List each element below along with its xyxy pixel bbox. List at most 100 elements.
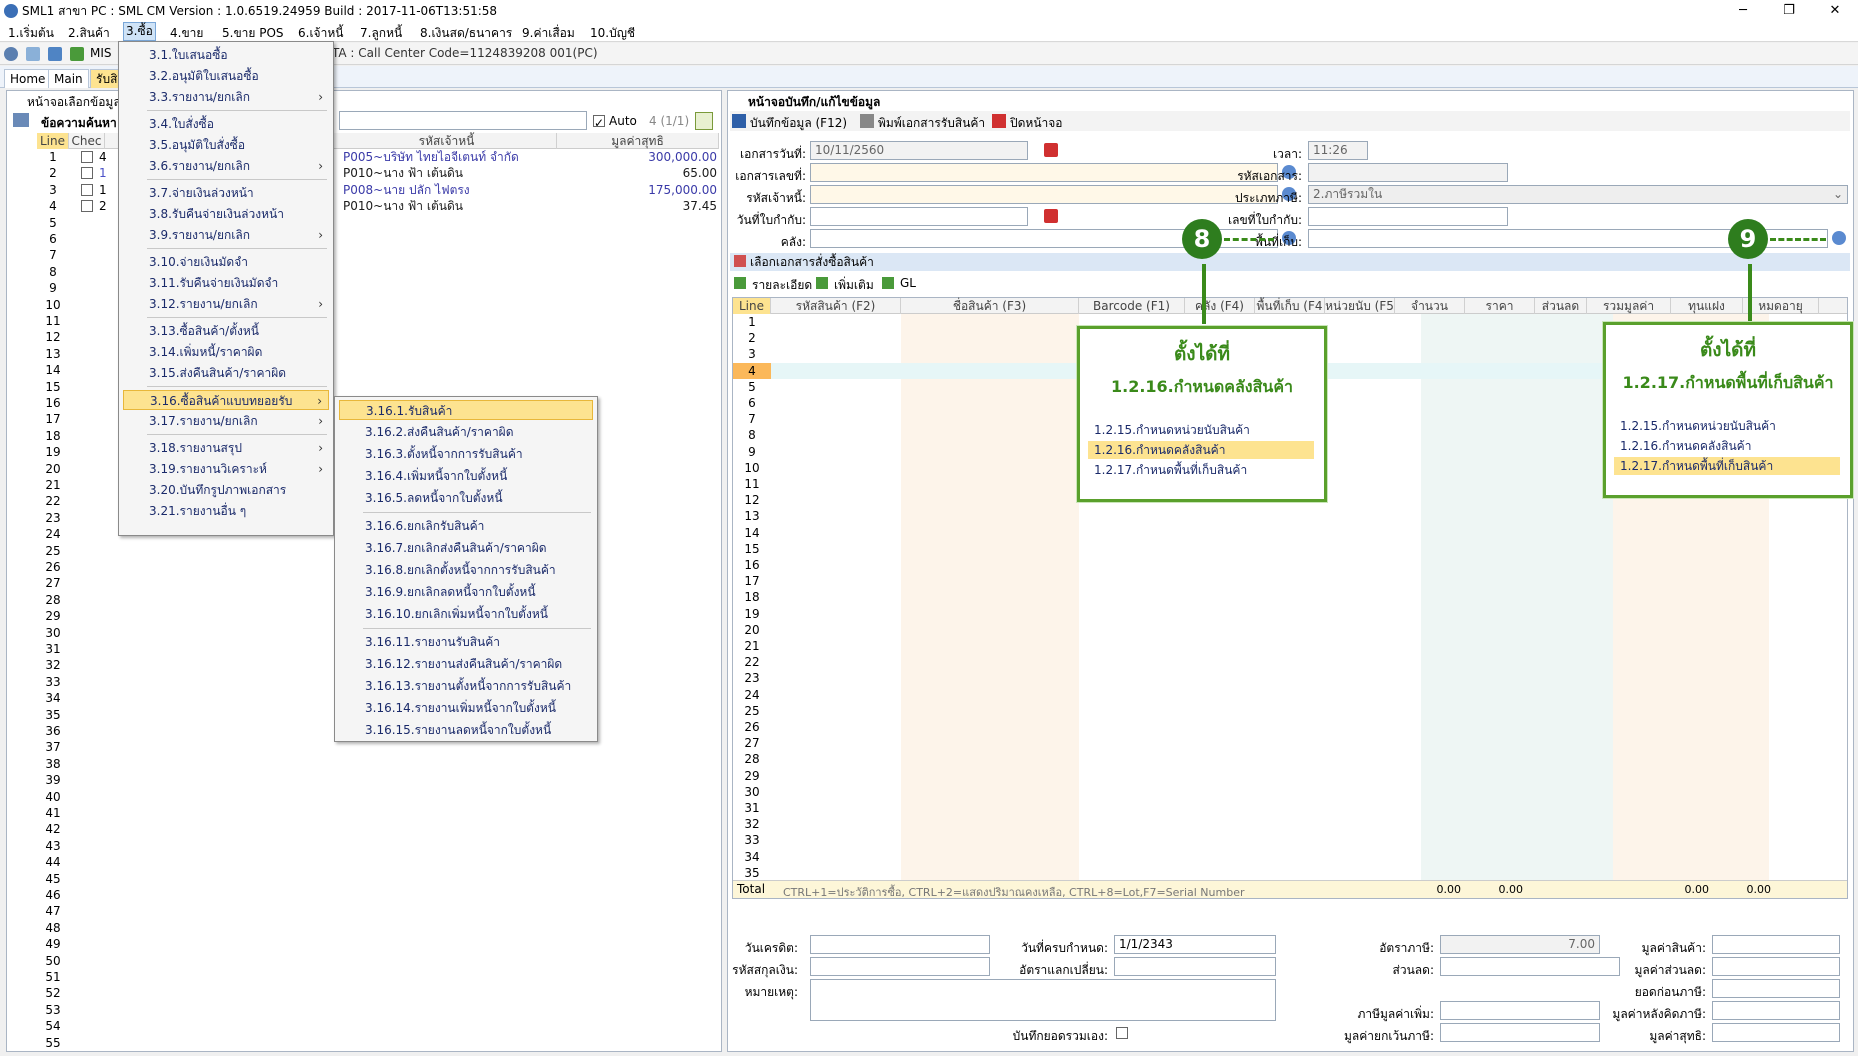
menu-item[interactable]: 3.3.รายงาน/ยกเลิก › xyxy=(123,87,329,107)
table-row[interactable]: 48 xyxy=(37,920,719,936)
save-button[interactable]: บันทึกข้อมูล (F12) xyxy=(750,114,847,133)
grid-row[interactable]: 35 xyxy=(733,865,1847,881)
chart-icon[interactable] xyxy=(70,47,84,61)
menu-item[interactable]: 3.10.จ่ายเงินมัดจำ xyxy=(123,252,329,272)
row-checkbox[interactable] xyxy=(81,183,93,196)
time-field[interactable]: 11:26 xyxy=(1308,141,1368,160)
vat-field[interactable] xyxy=(1440,1001,1600,1020)
menu-item[interactable]: 3.5.อนุมัติใบสั่งซื้อ xyxy=(123,135,329,155)
col-name[interactable]: ชื่อสินค้า (F3) xyxy=(901,298,1079,314)
submenu-item[interactable]: 3.16.9.ยกเลิกลดหนี้จากใบตั้งหนี้ xyxy=(339,582,593,602)
search-input[interactable] xyxy=(339,111,587,130)
table-row[interactable]: 39 xyxy=(37,772,719,788)
submenu-item[interactable]: 3.16.7.ยกเลิกส่งคืนสินค้า/ราคาผิด xyxy=(339,538,593,558)
col-unit[interactable]: หน่วยนับ (F5 xyxy=(1325,298,1395,314)
menu-item[interactable]: 3.4.ใบสั่งซื้อ xyxy=(123,114,329,134)
table-row[interactable]: 55 xyxy=(37,1035,719,1051)
after-tax-field[interactable] xyxy=(1712,1001,1840,1020)
grid-row[interactable]: 33 xyxy=(733,832,1847,848)
table-row[interactable]: 54 xyxy=(37,1018,719,1034)
grid-row[interactable]: 14 xyxy=(733,525,1847,541)
menu-item[interactable]: 3.14.เพิ่มหนี้/ราคาผิด xyxy=(123,342,329,362)
grid-row[interactable]: 22 xyxy=(733,654,1847,670)
col-expiry[interactable]: หมดอายุ xyxy=(1743,298,1819,314)
table-row[interactable]: 51 xyxy=(37,969,719,985)
tax-type-select[interactable]: 2.ภาษีรวมใน ⌄ xyxy=(1308,185,1848,204)
submenu-item[interactable]: 3.16.14.รายงานเพิ่มหนี้จากใบตั้งหนี้ xyxy=(339,698,593,718)
row-checkbox[interactable] xyxy=(81,200,93,213)
grid-row[interactable]: 21 xyxy=(733,638,1847,654)
grid-row[interactable]: 30 xyxy=(733,784,1847,800)
restore-button[interactable]: ❐ xyxy=(1766,0,1812,22)
calendar-icon[interactable] xyxy=(1044,209,1058,223)
submenu-item[interactable]: 3.16.11.รายงานรับสินค้า xyxy=(339,632,593,652)
save-icon[interactable] xyxy=(48,47,62,61)
table-row[interactable]: 42 xyxy=(37,821,719,837)
exchange-field[interactable] xyxy=(1114,957,1276,976)
menu-accounting[interactable]: 10.บัญชี xyxy=(588,24,637,43)
menu-item[interactable]: 3.15.ส่งคืนสินค้า/ราคาผิด xyxy=(123,363,329,383)
col-barcode[interactable]: Barcode (F1) xyxy=(1079,298,1185,314)
col-price[interactable]: ราคา xyxy=(1465,298,1535,314)
col-cost[interactable]: ทุนแฝง xyxy=(1671,298,1743,314)
submenu-item[interactable]: 3.16.13.รายงานตั้งหนี้จากการรับสินค้า xyxy=(339,676,593,696)
menu-item[interactable]: 3.16.ซื้อสินค้าแบบทยอยรับ › xyxy=(123,390,329,410)
menu-item[interactable]: 3.2.อนุมัติใบเสนอซื้อ xyxy=(123,66,329,86)
credit-days-field[interactable] xyxy=(810,935,990,954)
tab-gl[interactable]: GL xyxy=(900,276,916,290)
submenu-item[interactable]: 3.16.8.ยกเลิกตั้งหนี้จากการรับสินค้า xyxy=(339,560,593,580)
print-button[interactable]: พิมพ์เอกสารรับสินค้า xyxy=(878,114,985,133)
location-search-icon[interactable] xyxy=(1832,231,1846,245)
doc-date-field[interactable]: 10/11/2560 xyxy=(810,141,1028,160)
menu-item[interactable]: 3.9.รายงาน/ยกเลิก › xyxy=(123,225,329,245)
grid-row[interactable]: 24 xyxy=(733,687,1847,703)
menu-item[interactable]: 3.6.รายงาน/ยกเลิก › xyxy=(123,156,329,176)
before-tax-field[interactable] xyxy=(1712,979,1840,998)
table-row[interactable]: 43 xyxy=(37,838,719,854)
col-line[interactable]: Line xyxy=(733,298,771,314)
grid-row[interactable]: 13 xyxy=(733,508,1847,524)
mis-button[interactable]: MIS xyxy=(90,46,112,60)
grid-row[interactable]: 20 xyxy=(733,622,1847,638)
close-screen-button[interactable]: ปิดหน้าจอ xyxy=(1010,114,1063,133)
grid-row[interactable]: 17 xyxy=(733,573,1847,589)
exempt-field[interactable] xyxy=(1440,1023,1600,1042)
submenu-item[interactable]: 3.16.1.รับสินค้า xyxy=(339,400,593,420)
auto-checkbox[interactable]: ✓ xyxy=(593,115,605,130)
menu-item[interactable]: 3.19.รายงานวิเคราะห์ › xyxy=(123,459,329,479)
table-row[interactable]: 52 xyxy=(37,985,719,1001)
self-total-checkbox[interactable] xyxy=(1116,1027,1128,1039)
menu-item[interactable]: 3.17.รายงาน/ยกเลิก › xyxy=(123,411,329,431)
grid-row[interactable]: 18 xyxy=(733,589,1847,605)
tab-more[interactable]: เพิ่มเติม xyxy=(834,276,874,295)
table-row[interactable]: 44 xyxy=(37,854,719,870)
due-date-field[interactable]: 1/1/2343 xyxy=(1114,935,1276,954)
table-row[interactable]: 50 xyxy=(37,953,719,969)
calendar-icon[interactable] xyxy=(1044,143,1058,157)
menu-depreciation[interactable]: 9.ค่าเสื่อม xyxy=(520,24,577,43)
menu-item[interactable]: 3.12.รายงาน/ยกเลิก › xyxy=(123,294,329,314)
col-code[interactable]: รหัสสินค้า (F2) xyxy=(771,298,901,314)
grid-row[interactable]: 27 xyxy=(733,735,1847,751)
discount-field[interactable] xyxy=(1440,957,1620,976)
menu-start[interactable]: 1.เริ่มต้น xyxy=(6,24,56,43)
grid-row[interactable]: 29 xyxy=(733,768,1847,784)
grid-row[interactable]: 16 xyxy=(733,557,1847,573)
menu-cash-bank[interactable]: 8.เงินสด/ธนาคาร xyxy=(418,24,514,43)
table-row[interactable]: 38 xyxy=(37,756,719,772)
table-row[interactable]: 47 xyxy=(37,903,719,919)
grid-row[interactable]: 19 xyxy=(733,606,1847,622)
grid-row[interactable]: 32 xyxy=(733,816,1847,832)
window-icon[interactable] xyxy=(26,47,40,61)
discount-value-field[interactable] xyxy=(1712,957,1840,976)
menu-item[interactable]: 3.8.รับคืนจ่ายเงินล่วงหน้า xyxy=(123,204,329,224)
row-checkbox[interactable] xyxy=(81,151,93,163)
submenu-item[interactable]: 3.16.4.เพิ่มหนี้จากใบตั้งหนี้ xyxy=(339,466,593,486)
col-supplier[interactable]: รหัสเจ้าหนี้ xyxy=(337,133,557,149)
tab-main[interactable]: Main xyxy=(48,69,89,88)
submenu-item[interactable]: 3.16.2.ส่งคืนสินค้า/ราคาผิด xyxy=(339,422,593,442)
grid-row[interactable]: 28 xyxy=(733,751,1847,767)
doc-code-field[interactable] xyxy=(1308,163,1508,182)
grid-row[interactable]: 25 xyxy=(733,703,1847,719)
invoice-date-field[interactable] xyxy=(810,207,1028,226)
